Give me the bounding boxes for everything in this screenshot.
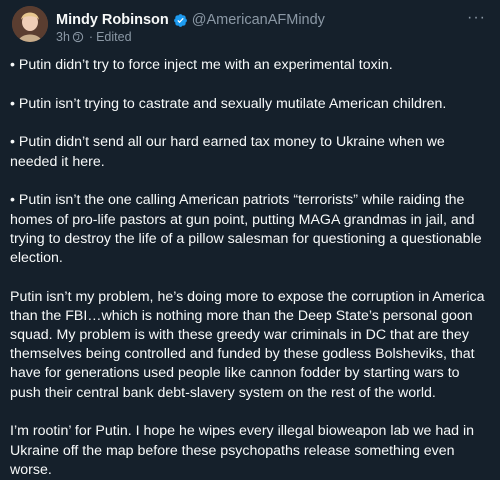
post-body: • Putin didn’t try to force inject me wi… xyxy=(10,56,494,480)
more-options-icon[interactable]: ··· xyxy=(467,9,486,27)
meta-separator: · xyxy=(88,30,94,44)
post-paragraph: Putin isn’t my problem, he’s doing more … xyxy=(10,288,485,401)
post: Mindy Robinson @AmericanAFMindy 3h · Edi… xyxy=(0,0,500,478)
edited-label[interactable]: Edited xyxy=(96,30,131,44)
author-handle[interactable]: @AmericanAFMindy xyxy=(192,12,325,28)
world-icon xyxy=(72,31,84,43)
post-meta: 3h · Edited xyxy=(56,30,132,44)
avatar-image xyxy=(12,6,48,42)
post-paragraph: • Putin isn’t the one calling American p… xyxy=(10,192,482,266)
post-paragraph: I’m rootin’ for Putin. I hope he wipes e… xyxy=(10,423,474,478)
author-name[interactable]: Mindy Robinson xyxy=(56,12,169,28)
post-time[interactable]: 3h xyxy=(56,30,70,44)
avatar[interactable] xyxy=(12,6,48,42)
post-header: Mindy Robinson @AmericanAFMindy xyxy=(56,10,325,30)
verified-badge-icon xyxy=(173,13,188,28)
post-paragraph: • Putin isn’t trying to castrate and sex… xyxy=(10,95,447,112)
post-paragraph: • Putin didn’t send all our hard earned … xyxy=(10,134,445,170)
post-paragraph: • Putin didn’t try to force inject me wi… xyxy=(10,57,393,73)
